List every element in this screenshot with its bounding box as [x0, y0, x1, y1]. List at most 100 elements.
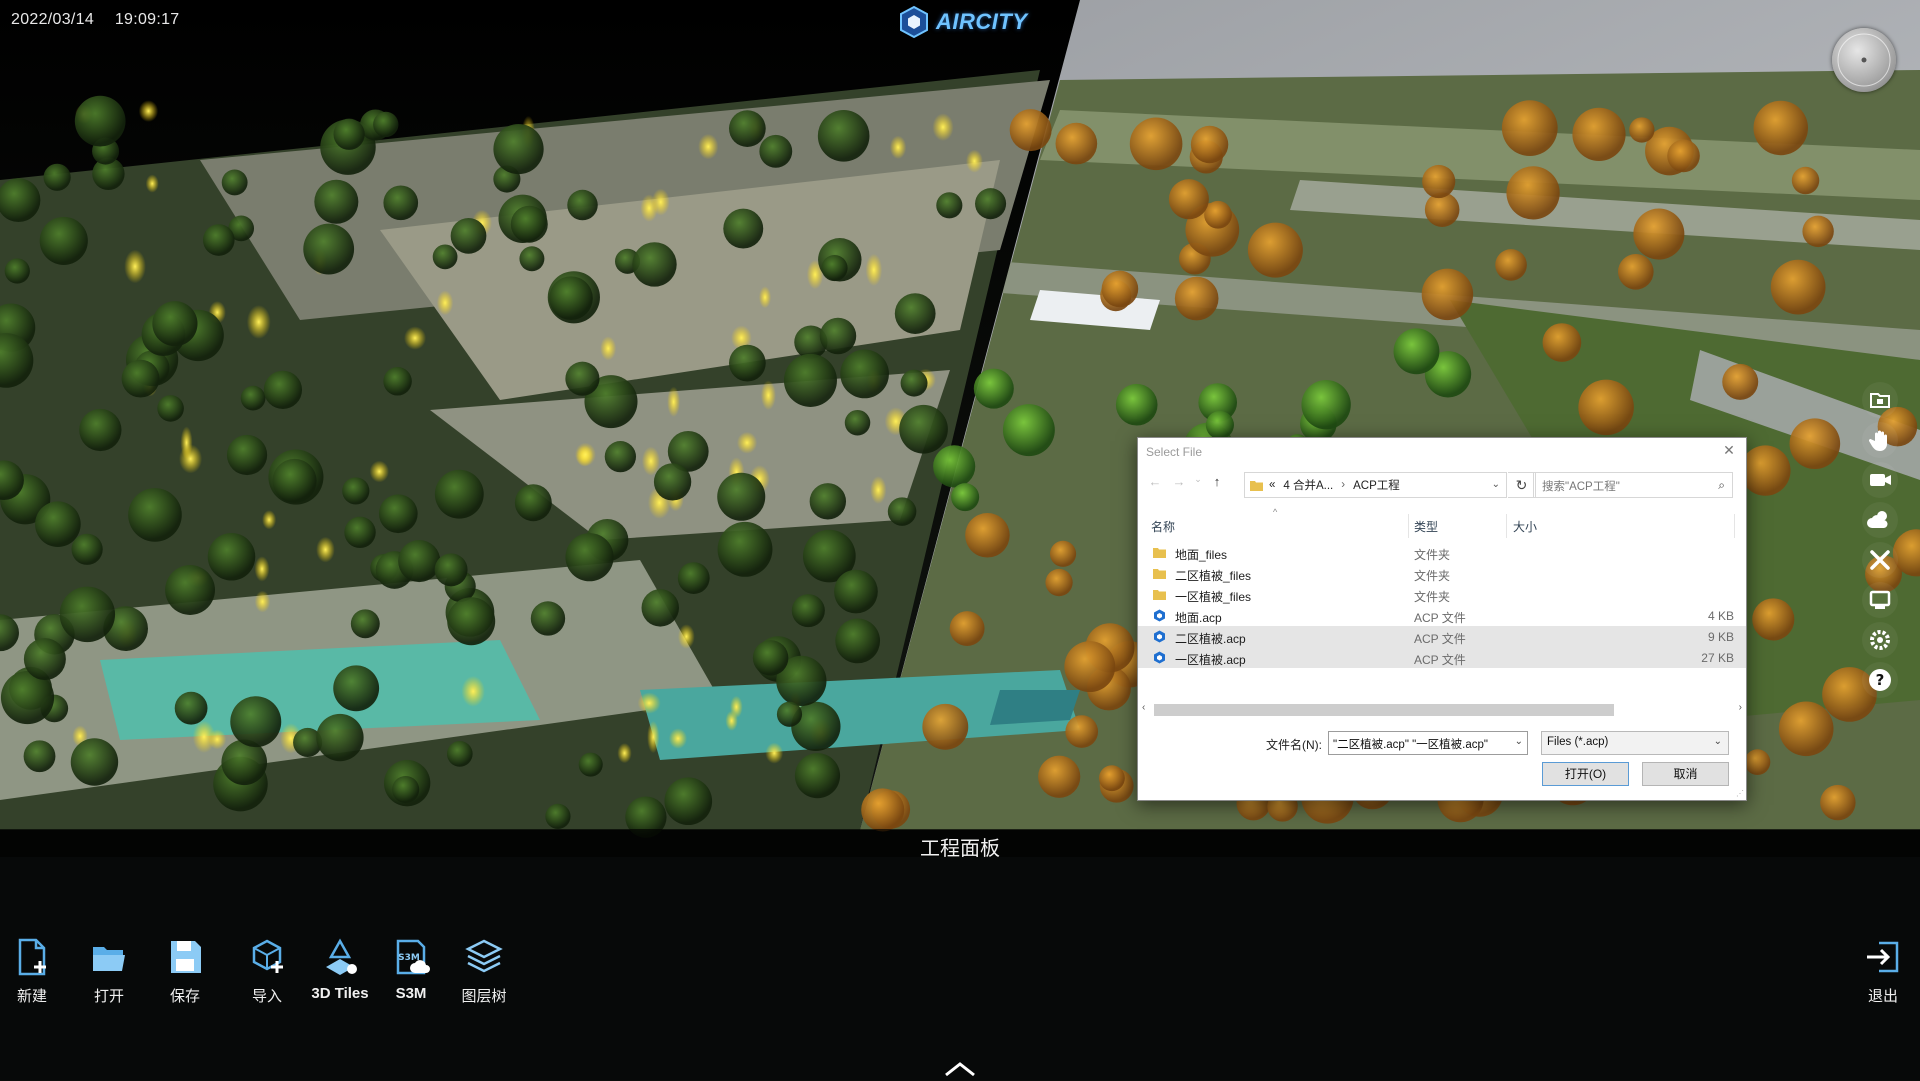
street-light-glow	[254, 556, 270, 582]
street-light-glow	[765, 742, 784, 764]
tree	[39, 216, 88, 265]
column-divider[interactable]	[1408, 514, 1409, 538]
toolbar-folder-button[interactable]	[1862, 382, 1898, 418]
recent-dropdown-icon[interactable]: ⌄	[1194, 474, 1202, 489]
horizontal-scrollbar[interactable]: ‹ ›	[1142, 702, 1742, 716]
tree	[567, 189, 598, 221]
resize-grip-icon[interactable]: ⋰	[1736, 789, 1744, 798]
breadcrumb-current[interactable]: ACP工程	[1353, 477, 1400, 493]
tree	[1770, 259, 1826, 315]
tree	[604, 441, 636, 473]
column-type[interactable]: 类型	[1414, 518, 1438, 535]
breadcrumb-overflow[interactable]: «	[1269, 479, 1275, 491]
cancel-button[interactable]: 取消	[1642, 762, 1729, 786]
tree	[632, 242, 677, 287]
dialog-close-button[interactable]: ✕	[1720, 441, 1738, 459]
tree	[1667, 139, 1700, 173]
search-icon: ⌕	[1718, 478, 1725, 492]
datetime-display: 2022/03/14 19:09:17	[11, 11, 180, 29]
new-button[interactable]: 新建	[0, 935, 68, 1006]
address-bar[interactable]: « 4 合并A... › ACP工程 ⌄	[1244, 472, 1507, 498]
open-button[interactable]: 打开	[73, 935, 145, 1006]
forward-arrow-icon[interactable]: →	[1170, 474, 1188, 489]
tree	[1501, 100, 1558, 157]
file-row[interactable]: 一区植被_files 文件夹	[1138, 584, 1746, 605]
file-type: ACP 文件	[1414, 632, 1466, 646]
tree	[230, 696, 282, 748]
save-button[interactable]: 保存	[149, 935, 221, 1006]
tree	[817, 110, 870, 162]
breadcrumb-parent[interactable]: 4 合并A...	[1283, 477, 1333, 493]
tree	[965, 513, 1010, 558]
street-light-glow	[208, 729, 227, 750]
scrollbar-thumb[interactable]	[1154, 704, 1614, 716]
refresh-button[interactable]: ↻	[1508, 472, 1536, 498]
toolbar-pan-button[interactable]	[1862, 422, 1898, 458]
tree	[1740, 445, 1791, 496]
import-button[interactable]: 导入	[231, 935, 303, 1006]
open-button[interactable]: 打开(O)	[1542, 762, 1629, 786]
layer-tree-button[interactable]: 图层树	[448, 935, 520, 1006]
tree	[723, 208, 764, 249]
tree	[4, 258, 30, 284]
column-divider[interactable]	[1734, 514, 1735, 538]
column-divider[interactable]	[1506, 514, 1507, 538]
exit-icon	[1867, 941, 1899, 973]
tree	[510, 205, 548, 243]
street-light-glow	[138, 100, 159, 122]
tree	[221, 169, 248, 196]
folder-icon	[1870, 393, 1890, 408]
tree	[821, 254, 848, 282]
file-row[interactable]: 二区植被_files 文件夹	[1138, 563, 1746, 584]
file-row[interactable]: 地面.acp ACP 文件 4 KB	[1138, 605, 1746, 626]
file-row[interactable]: 二区植被.acp ACP 文件 9 KB	[1138, 626, 1746, 647]
toolbar-monitor-button[interactable]	[1862, 582, 1898, 618]
up-arrow-icon[interactable]: ↑	[1208, 474, 1226, 489]
chevron-up-icon[interactable]	[940, 1057, 980, 1081]
scroll-left-icon[interactable]: ‹	[1142, 702, 1145, 713]
toolbar-tools-button[interactable]	[1862, 542, 1898, 578]
file-row[interactable]: 地面_files 文件夹	[1138, 542, 1746, 563]
tree	[1422, 164, 1456, 199]
address-dropdown-icon[interactable]: ⌄	[1492, 479, 1500, 490]
street-light-glow	[698, 133, 719, 160]
toolbar-settings-button[interactable]	[1862, 622, 1898, 658]
settings-icon	[1870, 630, 1890, 650]
compass-widget[interactable]	[1832, 28, 1896, 92]
tree	[899, 404, 948, 454]
file-name: 地面.acp	[1175, 611, 1222, 625]
import-label: 导入	[251, 987, 282, 1005]
file-type-select[interactable]: Files (*.acp) ⌄	[1541, 731, 1729, 755]
street-light-glow	[965, 149, 983, 173]
svg-text:?: ?	[1876, 671, 1885, 689]
back-arrow-icon[interactable]: ←	[1146, 474, 1164, 489]
street-light-glow	[145, 174, 159, 193]
dialog-title: Select File	[1146, 445, 1203, 459]
file-row[interactable]: 一区植被.acp ACP 文件 27 KB	[1138, 647, 1746, 668]
tree	[432, 244, 458, 270]
file-name: 一区植被_files	[1175, 590, 1252, 604]
filename-dropdown-icon[interactable]: ⌄	[1515, 736, 1523, 747]
file-list: 地面_files 文件夹 二区植被_files 文件夹 一区植被_files 文件夹 地面.…	[1138, 542, 1746, 668]
s3m-button[interactable]: S3M S3M	[375, 935, 447, 1002]
exit-button[interactable]: 退出	[1847, 935, 1919, 1006]
new-file-icon	[18, 938, 46, 976]
column-name[interactable]: 名称	[1151, 518, 1175, 535]
tree	[1098, 765, 1125, 792]
tree	[79, 408, 122, 452]
3d-tiles-button[interactable]: 3D Tiles	[304, 935, 376, 1002]
tree	[922, 703, 969, 750]
search-input[interactable]: 搜索"ACP工程" ⌕	[1533, 472, 1733, 498]
scroll-right-icon[interactable]: ›	[1739, 702, 1742, 713]
toolbar-help-button[interactable]: ?	[1862, 662, 1898, 698]
street-light-glow	[647, 720, 660, 754]
street-light-glow	[736, 431, 758, 454]
toolbar-camera-button[interactable]	[1862, 462, 1898, 498]
column-size[interactable]: 大小	[1513, 518, 1537, 535]
street-light-glow	[600, 336, 617, 361]
street-light-glow	[932, 113, 954, 141]
filename-input[interactable]: "二区植被.acp" "一区植被.acp" ⌄	[1328, 731, 1528, 755]
tree	[157, 395, 184, 422]
toolbar-weather-button[interactable]	[1862, 502, 1898, 538]
street-light-glow	[677, 624, 695, 649]
